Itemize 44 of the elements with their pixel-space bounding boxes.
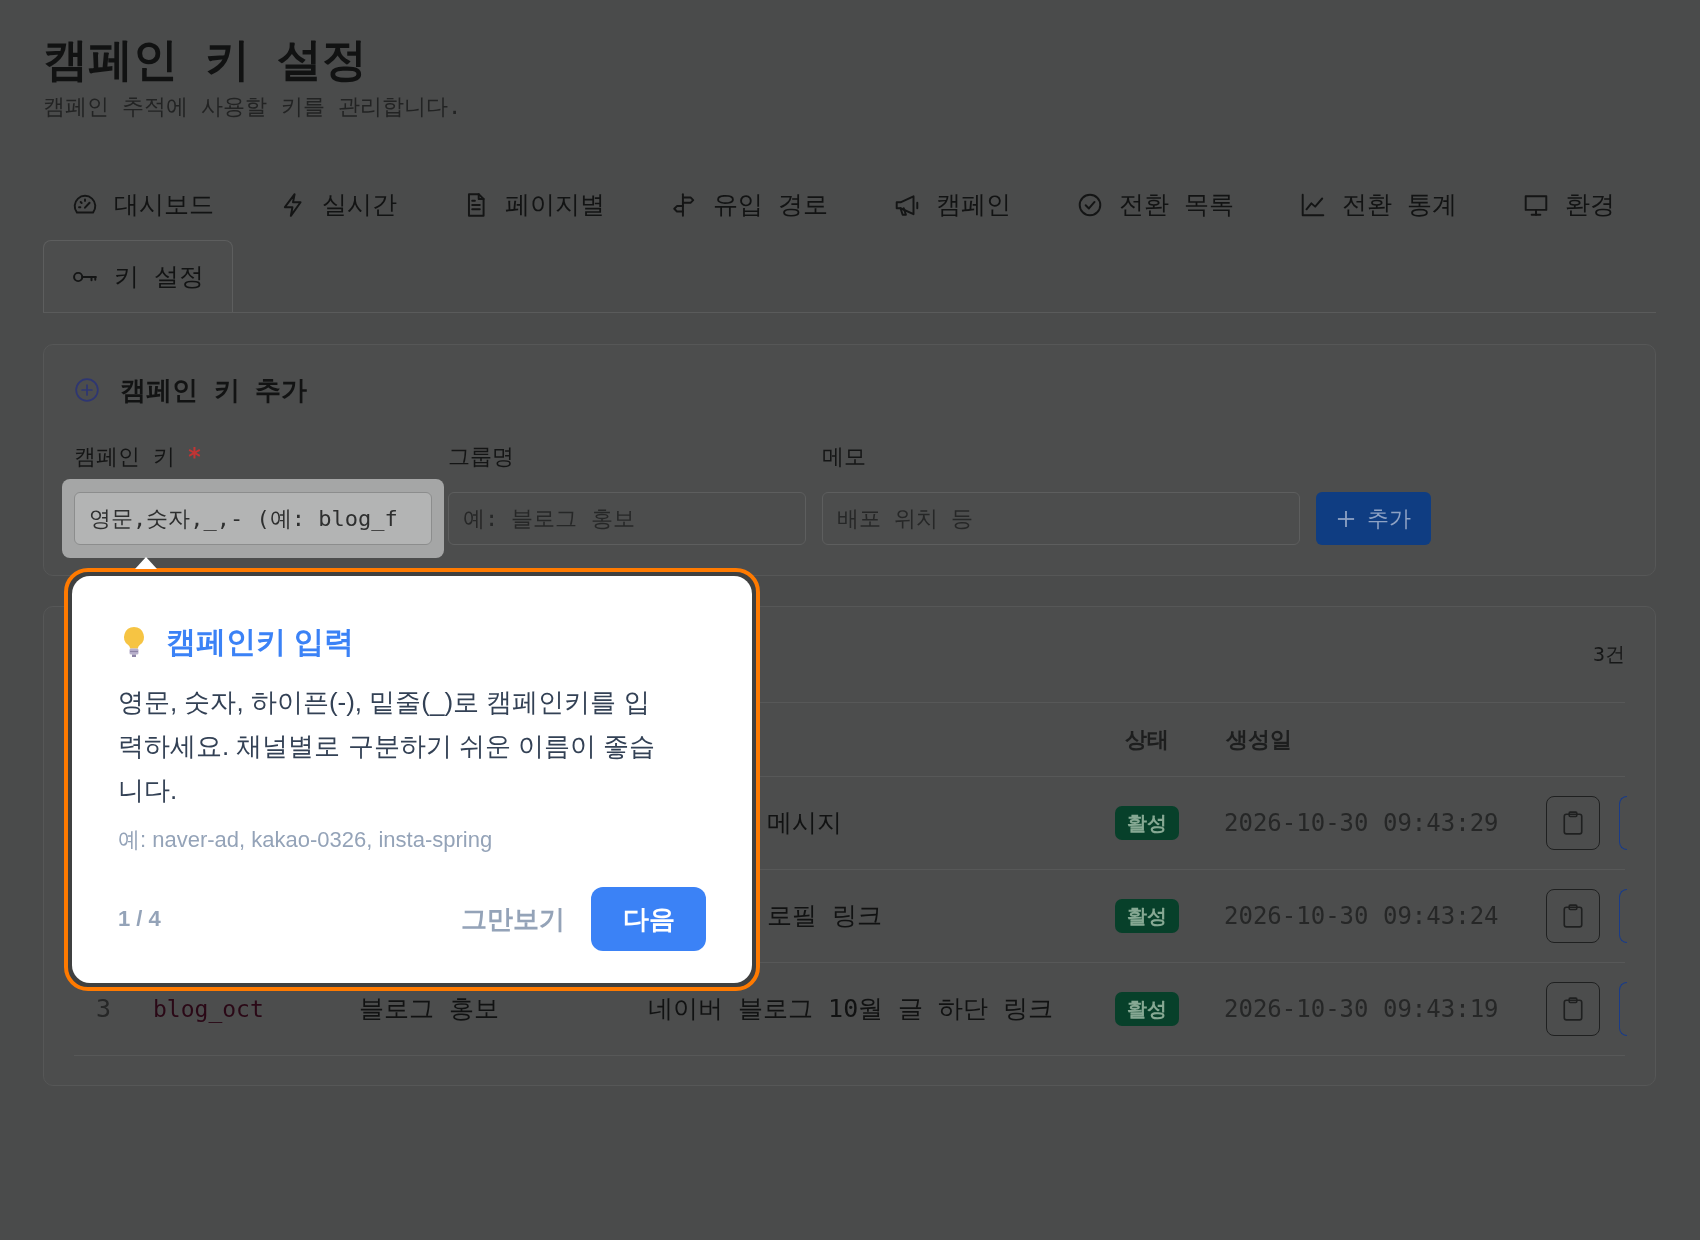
check-circle-icon [1077, 191, 1104, 218]
signpost-icon [671, 191, 697, 218]
nav-tab[interactable]: 환경 [1494, 168, 1645, 240]
popover-text: 영문, 숫자, 하이픈(-), 밑줄(_)로 캠페인키를 입력하세요. 채널별로 구분하기 쉬운 이름이 좋습니다. [118, 686, 657, 807]
group-cell: 블로그 홍보 [359, 994, 500, 1023]
nav-tab[interactable]: 캠페인 [865, 168, 1041, 240]
add-button[interactable]: 추가 [1316, 492, 1431, 545]
popover-title: 캠페인키 입력 [166, 624, 355, 660]
status-badge: 활성 [1115, 806, 1179, 840]
step-counter: 1 / 4 [118, 906, 161, 932]
memo-cell: 메시지 [767, 808, 842, 837]
plus-icon [1336, 509, 1355, 528]
nav-tab[interactable]: 대시보드 [43, 168, 243, 240]
status-badge: 활성 [1115, 992, 1179, 1026]
memo-cell: 로필 링크 [767, 901, 883, 930]
nav-tab[interactable]: 전환 목록 [1048, 168, 1264, 240]
text-input[interactable]: 영문,숫자,_,- (예: blog_f [74, 492, 432, 545]
line-chart-icon [1300, 191, 1327, 218]
field-label: 캠페인 키 [74, 444, 176, 470]
memo-cell: 네이버 블로그 10월 글 하단 링크 [648, 994, 1054, 1023]
nav-tab[interactable]: 키 설정 [43, 240, 234, 312]
copy-button[interactable] [1546, 889, 1600, 943]
nav-tab[interactable]: 유입 경로 [642, 168, 858, 240]
nav-tab[interactable]: 페이지별 [434, 168, 634, 240]
field-label: 그룹명 [448, 444, 514, 470]
skip-button[interactable]: 그만보기 [461, 901, 565, 937]
nav-tab[interactable]: 전환 통계 [1271, 168, 1487, 240]
status-badge: 활성 [1115, 899, 1179, 933]
clipboard-icon [1563, 811, 1583, 835]
example-text: 예: naver-ad, kakao-0326, insta-spring [118, 826, 493, 854]
clipboard-icon [1563, 997, 1583, 1021]
field-label: 메모 [822, 444, 866, 470]
required-mark: * [187, 444, 202, 470]
pointer-triangle-icon [135, 557, 157, 569]
key-cell: blog_oct [153, 996, 264, 1022]
plus-circle-icon [74, 377, 100, 403]
card-title: 캠페인 키 추가 [120, 373, 308, 407]
nav-tab[interactable]: 실시간 [251, 168, 426, 240]
clipboard-icon [1563, 904, 1583, 928]
copy-button[interactable] [1546, 796, 1600, 850]
lightbulb-icon [122, 626, 146, 658]
copy-button[interactable] [1546, 982, 1600, 1036]
next-button[interactable]: 다음 [591, 887, 706, 951]
page-title: 캠페인 키 설정 [43, 34, 368, 86]
